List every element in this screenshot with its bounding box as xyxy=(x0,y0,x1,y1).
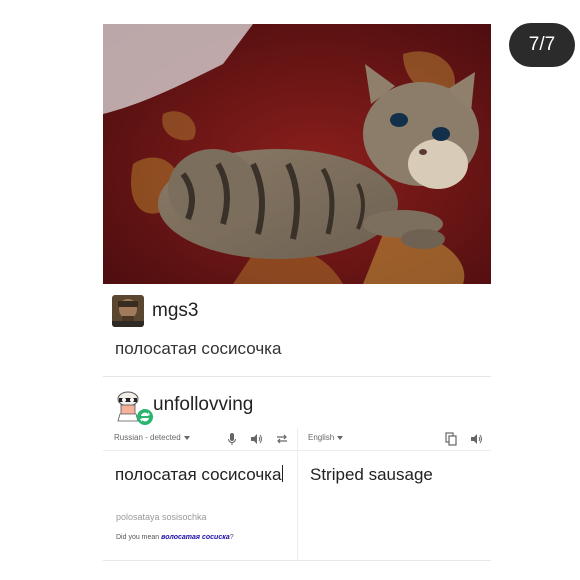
translator-widget: Russian - detected English полосатая сос… xyxy=(103,428,491,561)
target-language-select[interactable]: English xyxy=(308,433,344,442)
target-language-label: English xyxy=(308,433,335,442)
did-you-mean: Did you mean волосатая сосиска? xyxy=(116,534,234,541)
avatar[interactable] xyxy=(113,387,153,425)
avatar[interactable] xyxy=(112,295,144,327)
mic-icon[interactable] xyxy=(227,432,237,446)
did-you-mean-suggestion[interactable]: волосатая сосиска xyxy=(161,534,230,541)
translation-output: Striped sausage xyxy=(310,465,433,484)
copy-icon[interactable] xyxy=(445,432,457,446)
reblog-author[interactable]: unfollovving xyxy=(113,387,253,425)
speaker-icon[interactable] xyxy=(249,432,263,446)
slide-counter: 7/7 xyxy=(509,23,575,67)
chevron-down-icon xyxy=(183,435,190,440)
source-language-label: Russian - detected xyxy=(114,433,181,442)
reblog-icon xyxy=(137,409,153,425)
source-language-select[interactable]: Russian - detected xyxy=(114,433,190,442)
speaker-icon[interactable] xyxy=(469,432,483,446)
panel-divider xyxy=(297,428,298,560)
text-cursor xyxy=(282,465,284,482)
post-author[interactable]: mgs3 xyxy=(112,295,198,327)
source-text-input[interactable]: полосатая сосисочка xyxy=(115,464,285,486)
kitten-photo xyxy=(103,24,491,284)
reblog-username[interactable]: unfollovving xyxy=(153,394,253,416)
swap-icon[interactable] xyxy=(275,432,289,446)
source-text: полосатая сосисочка xyxy=(115,465,282,484)
did-you-mean-label: Did you mean xyxy=(116,534,160,541)
transliteration: polosataya sosisochka xyxy=(116,512,207,522)
post-username[interactable]: mgs3 xyxy=(152,300,198,322)
chevron-down-icon xyxy=(337,435,344,440)
divider xyxy=(103,376,491,377)
post-text: полосатая сосисочка xyxy=(115,339,282,358)
did-you-mean-suffix: ? xyxy=(229,534,234,541)
